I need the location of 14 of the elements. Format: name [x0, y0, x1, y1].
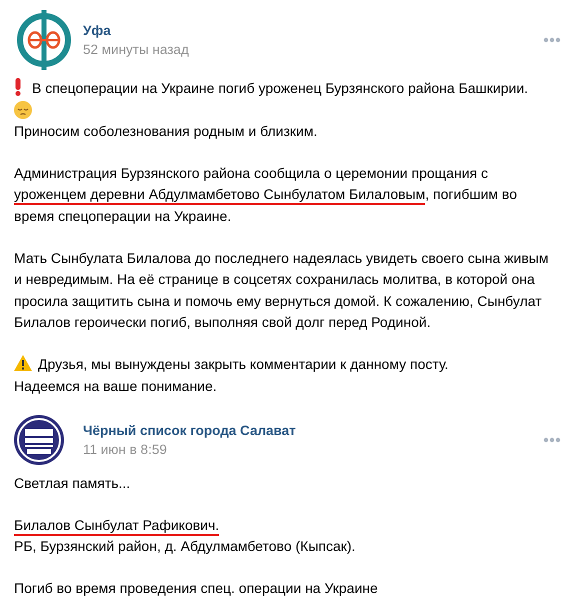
- post-paragraph: Администрация Бурзянского района сообщила о церемонии прощания с уроженцем деревни Абдулмамбетово Сынбулатом Билаловым, погибшим во время спецоперации на Украине.: [14, 164, 518, 226]
- post-paragraph: Билалов Сынбулат Рафикович. РБ, Бурзянский район, д. Абдулмамбетово (Кыпсак).: [14, 516, 356, 556]
- post-paragraph: В спецоперации на Украине погиб уроженец Бурзянского района Башкирии. Приносим соболезнования родным и близким.: [14, 78, 530, 142]
- post-paragraph: Друзья, мы вынуждены закрыть комментарии к данному посту. Надеемся на ваше понимание.: [14, 354, 450, 396]
- sad-emoji-icon: [14, 100, 32, 119]
- post-paragraph: Светлая память...: [14, 474, 132, 494]
- author-name[interactable]: Чёрный список города Салават: [83, 423, 524, 438]
- warning-icon: [14, 354, 32, 371]
- exclamation-icon: [14, 78, 22, 96]
- more-icon[interactable]: [543, 37, 561, 43]
- author-name[interactable]: Уфа: [83, 23, 534, 38]
- post-paragraph: Мать Сынбулата Билалова до последнего надеялась увидеть своего сына живым и невредимым. На её странице в соцсетях сохранилась молитва, в которой она просила защитить сына и помочь ему вернуться домой. К сожалению, Сынбулат Билалов героически погиб, выполняя свой долг перед Родиной.: [14, 248, 550, 332]
- post-paragraph: Погиб во время проведения спец. операции на Украине: [14, 578, 379, 598]
- more-icon[interactable]: [543, 437, 561, 444]
